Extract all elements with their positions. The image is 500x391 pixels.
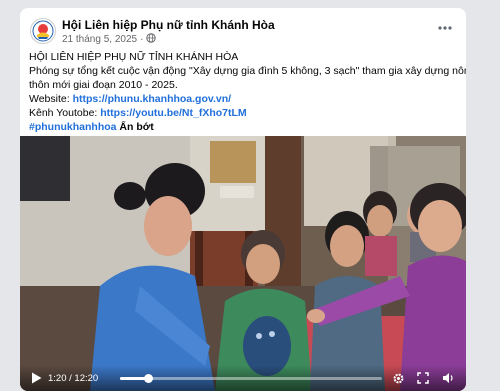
post-text: HỘI LIÊN HIỆP PHỤ NỮ TỈNH KHÁNH HÒA Phón… — [29, 50, 466, 134]
globe-icon — [146, 33, 157, 46]
website-line: Website: https://phunu.khanhhoa.gov.vn/ — [29, 92, 459, 106]
fullscreen-button[interactable] — [415, 370, 431, 386]
post-meta: 21 tháng 5, 2025 · — [62, 33, 157, 46]
video-time: 1:20 / 12:20 — [48, 373, 98, 384]
meta-separator: · — [140, 34, 144, 45]
progress-bar[interactable] — [120, 374, 382, 383]
page-name[interactable]: Hội Liên hiệp Phụ nữ tỉnh Khánh Hòa — [62, 18, 275, 32]
volume-button[interactable] — [440, 370, 456, 386]
progress-knob[interactable] — [144, 374, 154, 383]
hashtag-link[interactable]: #phunukhanhhoa — [29, 121, 117, 133]
play-button[interactable] — [28, 370, 44, 386]
youtube-line: Kênh Youtobe: https://youtu.be/Nt_fXho7t… — [29, 106, 459, 120]
hashtag-line: #phunukhanhhoa Ẩn bớt — [29, 120, 459, 134]
post-body-line-1: Phóng sự tổng kết cuộc vận động "Xây dựn… — [29, 65, 466, 77]
website-label: Website: — [29, 93, 73, 105]
post-date[interactable]: 21 tháng 5, 2025 — [62, 34, 137, 45]
fullscreen-icon — [417, 372, 429, 384]
video-player[interactable]: 1:20 / 12:20 — [20, 136, 466, 391]
more-options-button[interactable] — [434, 20, 456, 36]
volume-icon — [442, 373, 453, 383]
more-dots-icon — [438, 26, 452, 30]
play-icon — [31, 372, 41, 384]
page-avatar[interactable] — [30, 18, 56, 44]
video-controls: 1:20 / 12:20 — [20, 365, 466, 391]
current-time: 1:20 — [48, 373, 67, 384]
settings-button[interactable] — [390, 370, 406, 386]
youtube-link[interactable]: https://youtu.be/Nt_fXho7tLM — [100, 107, 246, 119]
womens-union-logo-icon — [32, 20, 54, 42]
post-heading: HỘI LIÊN HIỆP PHỤ NỮ TỈNH KHÁNH HÒA — [29, 51, 239, 63]
settings-icon — [393, 373, 403, 383]
youtube-label: Kênh Youtobe: — [29, 107, 101, 119]
duration: 12:20 — [74, 373, 99, 384]
website-link[interactable]: https://phunu.khanhhoa.gov.vn/ — [73, 93, 231, 105]
video-frame — [20, 136, 466, 391]
post-body-line-2: thôn mới giai đoạn 2010 - 2025. — [29, 79, 178, 91]
see-less-button[interactable]: Ẩn bớt — [119, 121, 153, 133]
post-card: Hội Liên hiệp Phụ nữ tỉnh Khánh Hòa 21 t… — [20, 8, 466, 391]
post-header: Hội Liên hiệp Phụ nữ tỉnh Khánh Hòa 21 t… — [20, 8, 466, 52]
